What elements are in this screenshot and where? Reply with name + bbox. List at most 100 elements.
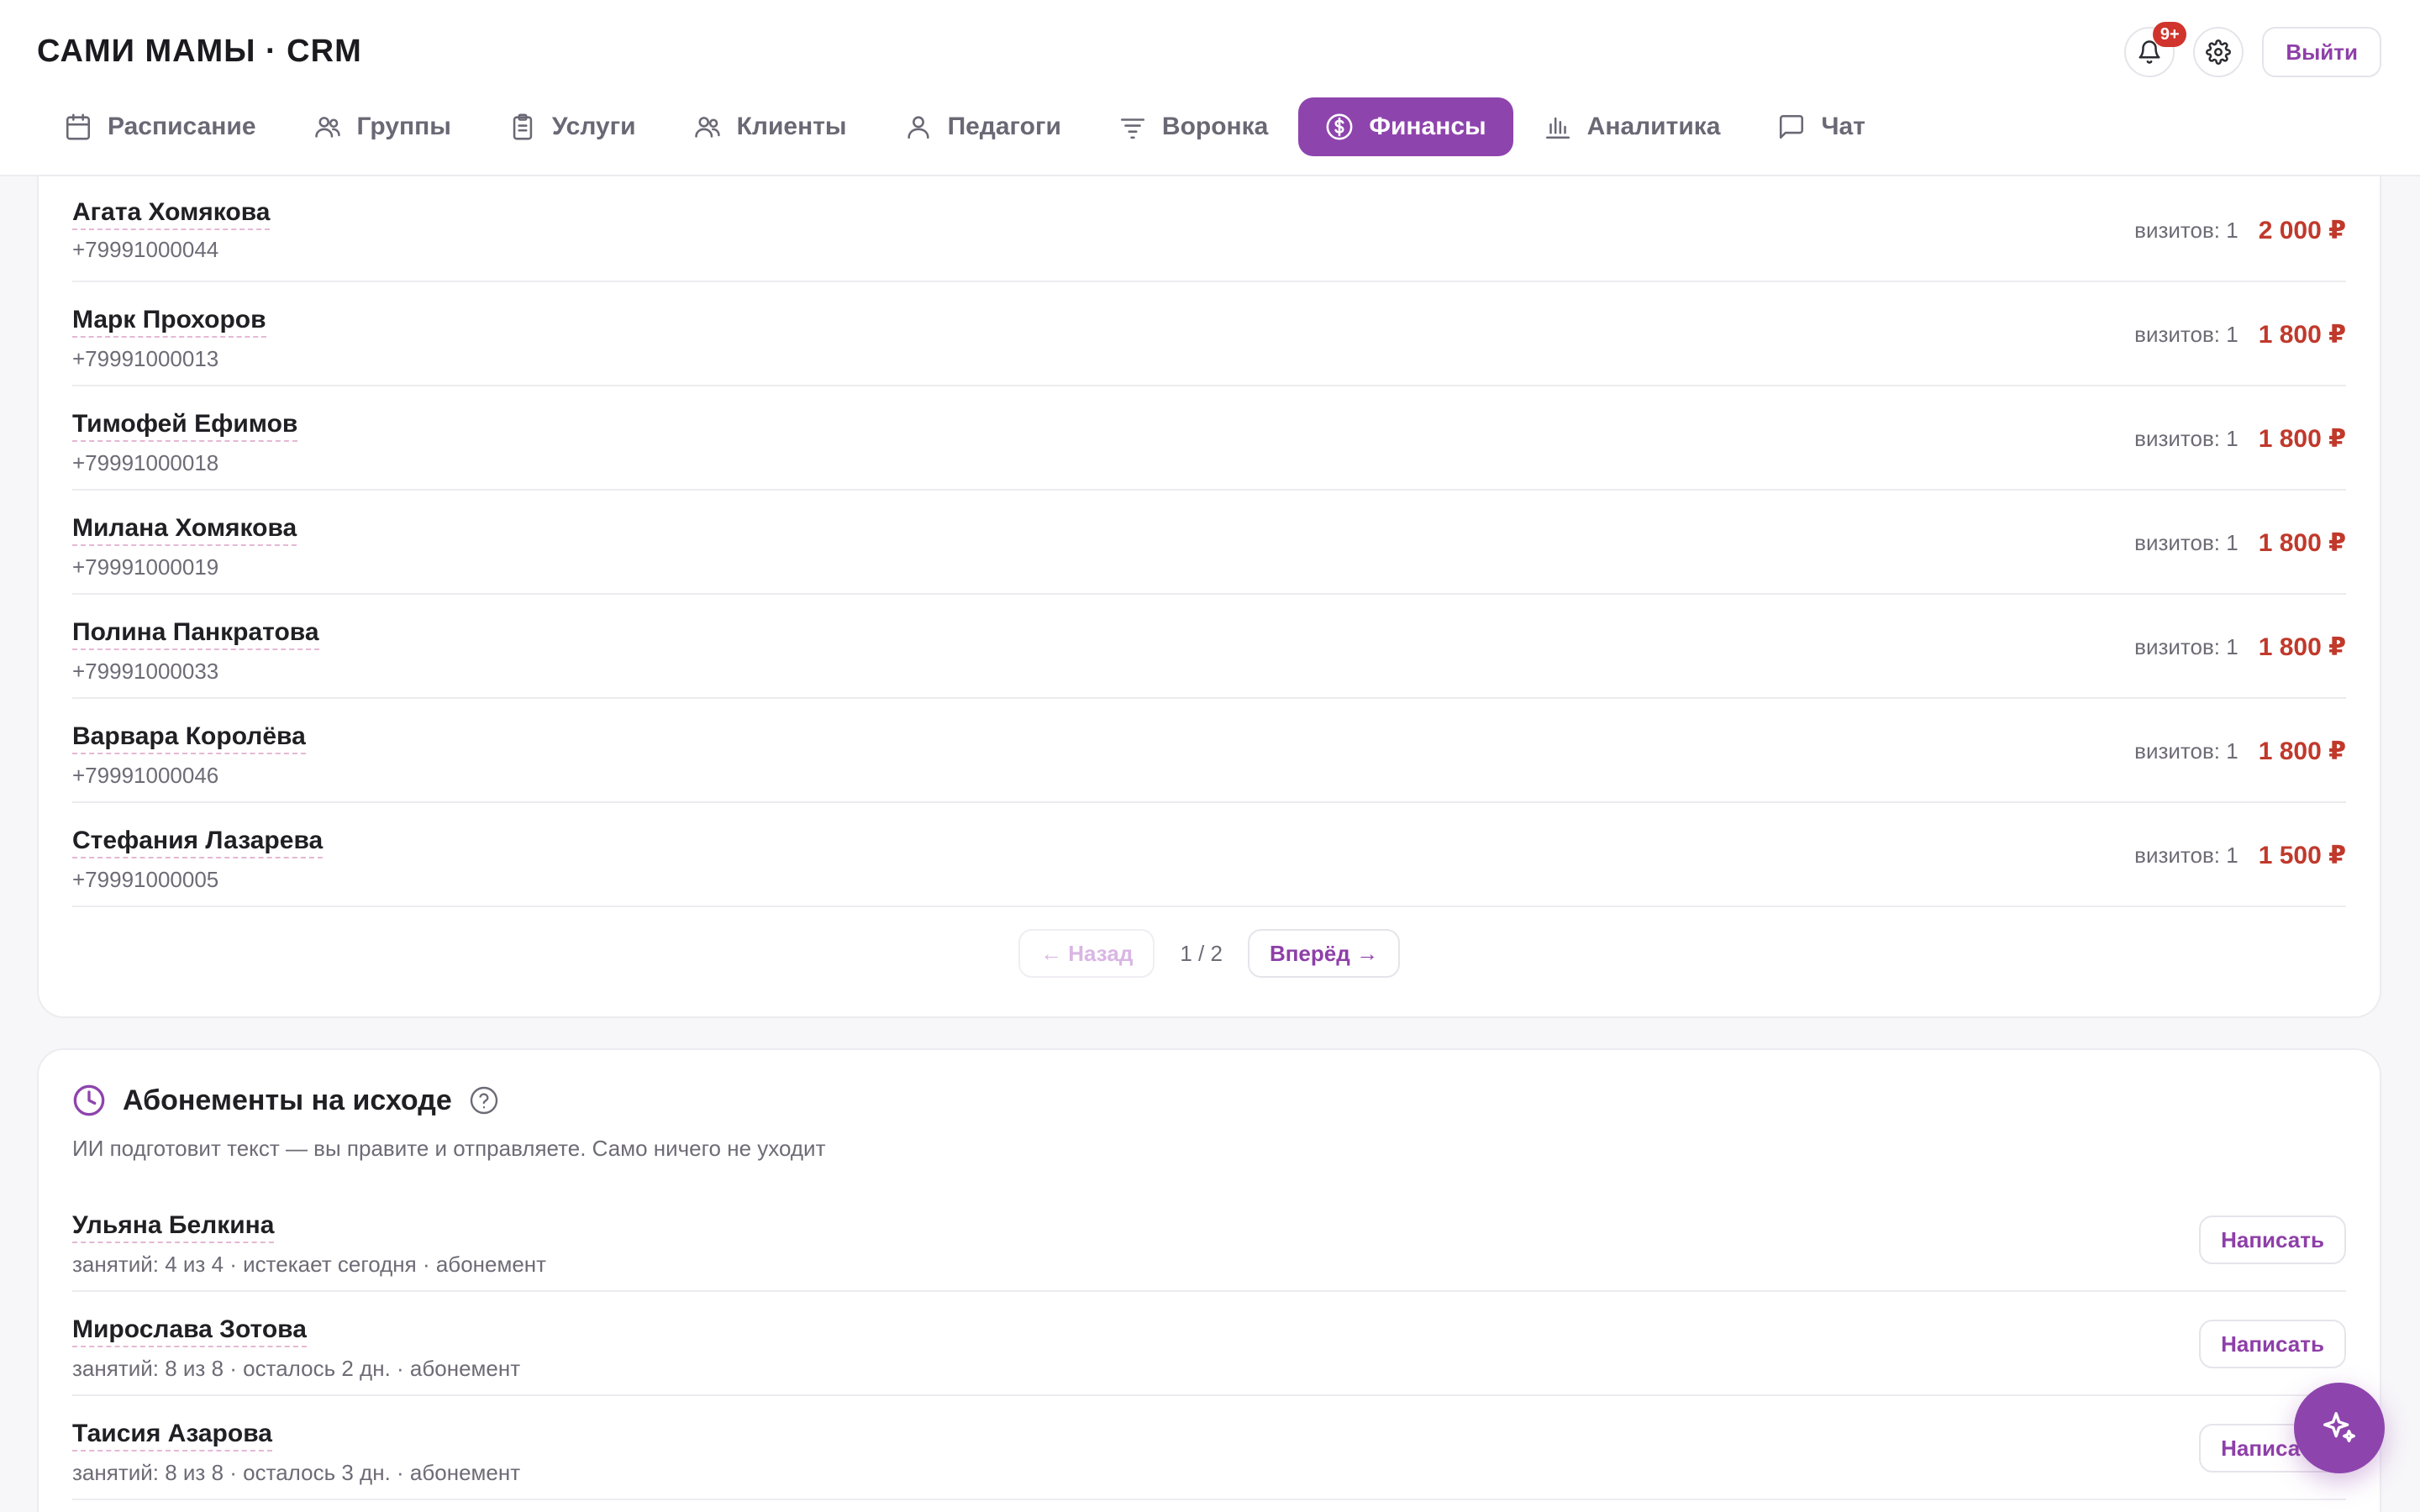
clients-revenue-card: Агата Хомякова +79991000044 визитов: 1 2… <box>37 118 2381 1018</box>
client-phone: +79991000033 <box>72 659 219 684</box>
visits-count: визитов: 1 <box>2134 321 2238 347</box>
visits-count: визитов: 1 <box>2134 529 2238 555</box>
client-name-link[interactable]: Марк Прохоров <box>72 306 266 338</box>
row-stats: визитов: 1 2 000 ₽ <box>2134 178 2346 282</box>
pagination: ← Назад 1 / 2 Вперёд → <box>39 929 2380 978</box>
client-phone: +79991000013 <box>72 346 219 371</box>
row-actions: Написать <box>2199 1188 2346 1292</box>
gear-icon <box>2206 39 2232 65</box>
tab-label: Воронка <box>1161 113 1269 140</box>
revenue-amount: 1 800 ₽ <box>2258 633 2346 661</box>
table-row: Тимофей Ефимов +79991000018 визитов: 1 1… <box>72 386 2346 491</box>
visits-count: визитов: 1 <box>2134 217 2238 243</box>
page-indicator: 1 / 2 <box>1180 940 1223 966</box>
app-root: САМИ МАМЫ · CRM 9+ Выйти Расписание Груп… <box>0 0 2420 1512</box>
bar-chart-icon <box>1545 117 1570 139</box>
row-stats: визитов: 1 1 800 ₽ <box>2134 699 2346 803</box>
tab-label: Чат <box>1821 113 1865 140</box>
client-name-link[interactable]: Варвара Королёва <box>72 722 306 754</box>
list-item: Таисия Азарова занятий: 8 из 8 · осталос… <box>72 1396 2346 1500</box>
visits-count: визитов: 1 <box>2134 425 2238 451</box>
tab-chat[interactable]: Чат <box>1750 97 1891 156</box>
tab-label: Педагоги <box>947 113 1061 140</box>
dollar-icon <box>1326 113 1353 140</box>
clipboard-icon <box>513 113 533 140</box>
header-actions: 9+ Выйти <box>2124 22 2381 77</box>
client-name-link[interactable]: Тимофей Ефимов <box>72 410 298 442</box>
tab-analytics[interactable]: Аналитика <box>1517 97 1748 156</box>
row-stats: визитов: 1 1 500 ₽ <box>2134 803 2346 907</box>
list-item: Ульяна Белкина занятий: 4 из 4 · истекае… <box>72 1188 2346 1292</box>
table-row: Милана Хомякова +79991000019 визитов: 1 … <box>72 491 2346 595</box>
revenue-amount: 2 000 ₽ <box>2258 216 2346 244</box>
help-icon[interactable] <box>469 1085 499 1116</box>
prev-page-button[interactable]: ← Назад <box>1018 929 1155 978</box>
app-title: САМИ МАМЫ · CRM <box>37 34 362 69</box>
tab-teachers[interactable]: Педагоги <box>877 97 1088 156</box>
row-stats: визитов: 1 1 800 ₽ <box>2134 491 2346 595</box>
visits-count: визитов: 1 <box>2134 842 2238 868</box>
client-phone: +79991000018 <box>72 450 219 475</box>
client-name-link[interactable]: Агата Хомякова <box>72 198 271 230</box>
tab-services[interactable]: Услуги <box>481 97 663 156</box>
subscriptions-list: Ульяна Белкина занятий: 4 из 4 · истекае… <box>72 1188 2346 1500</box>
revenue-amount: 1 800 ₽ <box>2258 737 2346 765</box>
client-phone: +79991000044 <box>72 237 219 262</box>
section-header: Абонементы на исходе <box>72 1084 499 1117</box>
notifications-button[interactable]: 9+ <box>2124 22 2187 77</box>
notifications-badge: 9+ <box>2153 22 2187 47</box>
funnel-icon <box>1120 118 1144 139</box>
list-item: Мирослава Зотова занятий: 8 из 8 · остал… <box>72 1292 2346 1396</box>
next-page-button[interactable]: Вперёд → <box>1247 929 1400 978</box>
sparkles-icon <box>2323 1412 2355 1443</box>
client-name-link[interactable]: Стефания Лазарева <box>72 827 324 858</box>
subscription-details: занятий: 8 из 8 · осталось 2 дн. · абоне… <box>72 1356 521 1381</box>
client-name-link[interactable]: Ульяна Белкина <box>72 1211 275 1243</box>
client-phone: +79991000046 <box>72 763 219 788</box>
client-phone: +79991000019 <box>72 554 219 580</box>
users-icon <box>694 117 720 138</box>
tab-label: Услуги <box>551 113 636 140</box>
top-header: САМИ МАМЫ · CRM 9+ Выйти Расписание Груп… <box>0 0 2420 176</box>
logout-button[interactable]: Выйти <box>2262 27 2381 77</box>
ai-assistant-button[interactable] <box>2294 1383 2385 1473</box>
tab-label: Расписание <box>108 113 256 140</box>
row-stats: визитов: 1 1 800 ₽ <box>2134 595 2346 699</box>
clients-list: Агата Хомякова +79991000044 визитов: 1 2… <box>72 118 2346 907</box>
client-name-link[interactable]: Таисия Азарова <box>72 1420 272 1452</box>
tab-label: Аналитика <box>1586 113 1721 140</box>
visits-count: визитов: 1 <box>2134 738 2238 764</box>
tab-clients[interactable]: Клиенты <box>666 97 874 156</box>
tab-label: Группы <box>356 113 451 140</box>
subscription-details: занятий: 8 из 8 · осталось 3 дн. · абоне… <box>72 1460 521 1485</box>
tab-finance[interactable]: Финансы <box>1298 97 1513 156</box>
visits-count: визитов: 1 <box>2134 633 2238 659</box>
client-name-link[interactable]: Мирослава Зотова <box>72 1315 307 1347</box>
write-message-button[interactable]: Написать <box>2199 1320 2346 1368</box>
row-stats: визитов: 1 1 800 ₽ <box>2134 282 2346 386</box>
tab-label: Клиенты <box>736 113 847 140</box>
revenue-amount: 1 800 ₽ <box>2258 320 2346 349</box>
write-message-button[interactable]: Написать <box>2199 1215 2346 1264</box>
revenue-amount: 1 500 ₽ <box>2258 841 2346 869</box>
row-actions: Написать <box>2199 1292 2346 1396</box>
subscription-details: занятий: 4 из 4 · истекает сегодня · або… <box>72 1252 547 1277</box>
client-name-link[interactable]: Милана Хомякова <box>72 514 297 546</box>
tab-groups[interactable]: Группы <box>287 97 478 156</box>
users-icon <box>314 117 340 138</box>
settings-button[interactable] <box>2193 27 2244 77</box>
user-icon <box>907 116 929 139</box>
chat-icon <box>1780 114 1804 139</box>
tab-funnel[interactable]: Воронка <box>1092 97 1295 156</box>
table-row: Марк Прохоров +79991000013 визитов: 1 1 … <box>72 282 2346 386</box>
revenue-amount: 1 800 ₽ <box>2258 528 2346 557</box>
client-name-link[interactable]: Полина Панкратова <box>72 618 319 650</box>
tab-label: Финансы <box>1369 113 1486 140</box>
clock-icon <box>73 1084 105 1116</box>
expiring-subscriptions-card: Абонементы на исходе ИИ подготовит текст… <box>37 1048 2381 1512</box>
table-row: Варвара Королёва +79991000046 визитов: 1… <box>72 699 2346 803</box>
tab-schedule[interactable]: Расписание <box>37 97 283 156</box>
row-stats: визитов: 1 1 800 ₽ <box>2134 386 2346 491</box>
revenue-amount: 1 800 ₽ <box>2258 424 2346 453</box>
calendar-icon <box>66 113 91 140</box>
